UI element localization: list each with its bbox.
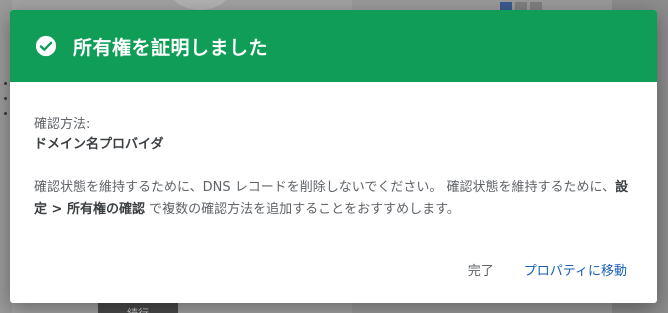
done-button[interactable]: 完了 — [468, 260, 494, 279]
dialog-title: 所有権を証明しました — [73, 36, 269, 59]
go-to-property-button[interactable]: プロパティに移動 — [524, 260, 627, 279]
dialog-actions: 完了 プロパティに移動 — [468, 260, 627, 279]
dialog-body: 確認方法: ドメイン名プロバイダ 確認状態を維持するために、DNS レコードを削… — [10, 82, 657, 221]
verification-method-label: 確認方法: — [34, 117, 91, 132]
dialog-header: 所有権を証明しました — [10, 10, 657, 82]
verification-method-value: ドメイン名プロバイダ — [34, 137, 164, 152]
info-text-part1: 確認状態を維持するために、DNS レコードを削除しないでください。 確認状態を維… — [34, 180, 616, 195]
ownership-verified-dialog: 所有権を証明しました 確認方法: ドメイン名プロバイダ 確認状態を維持するために… — [10, 10, 657, 303]
background-list-bullets — [4, 82, 7, 115]
check-circle-icon — [35, 35, 57, 57]
background-continue-button: 続行 — [98, 303, 178, 313]
info-text-part2: で複数の確認方法を追加することをおすすめします。 — [144, 202, 460, 217]
info-message: 確認状態を維持するために、DNS レコードを削除しないでください。 確認状態を維… — [34, 177, 634, 221]
background-indicator — [500, 2, 542, 10]
